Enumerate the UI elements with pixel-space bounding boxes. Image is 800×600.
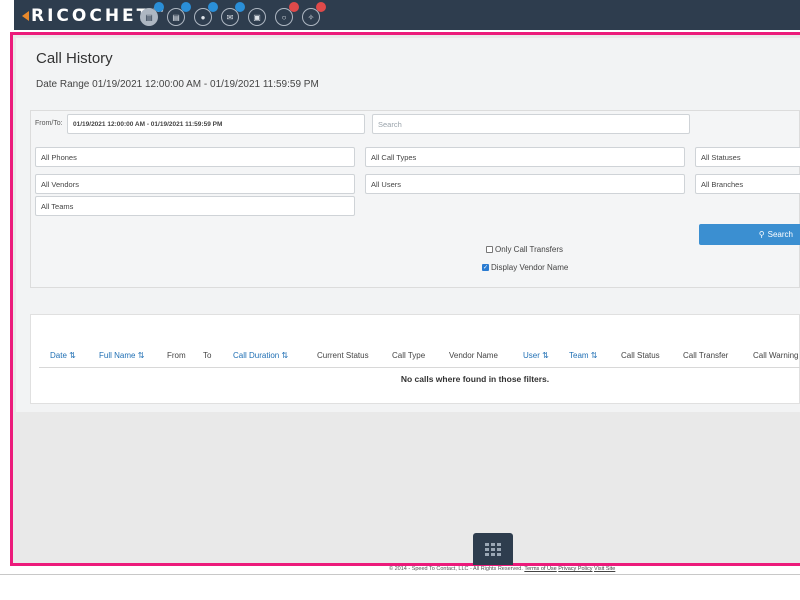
only-transfers-label: Only Call Transfers — [495, 245, 564, 254]
navbar: RICOCHET 360 ▤ ▤ ● ✉ ▣ ○ ✧ — [14, 0, 800, 30]
results-table: Date ⇅ Full Name ⇅ From To Call Duration… — [30, 314, 800, 404]
filters-panel: From/To: 01/19/2021 12:00:00 AM - 01/19/… — [30, 110, 800, 288]
date-range-text: Date Range 01/19/2021 12:00:00 AM - 01/1… — [36, 79, 319, 90]
grid-icon — [485, 542, 501, 556]
column-header-call-warning: Call Warning — [753, 351, 799, 360]
mail-icon-glyph: ✉ — [226, 12, 234, 22]
leads-icon[interactable]: ▤ — [167, 2, 191, 26]
tag-icon-glyph: ● — [200, 12, 206, 22]
sort-icon: ⇅ — [137, 351, 145, 360]
column-header-current-status: Current Status — [317, 351, 369, 360]
date-range-input[interactable]: 01/19/2021 12:00:00 AM - 01/19/2021 11:5… — [67, 114, 365, 134]
only-transfers-option[interactable]: Only Call Transfers — [486, 245, 563, 254]
notification-badge — [154, 2, 164, 12]
logo-text: RICOCHET — [31, 6, 152, 26]
copyright-text: © 2014 - Speed To Contact, LLC - All Rig… — [389, 566, 523, 572]
calls-icon[interactable]: ▤ — [140, 2, 164, 26]
mail-icon[interactable]: ✉ — [221, 2, 245, 26]
notification-badge — [181, 2, 191, 12]
rocket-icon-glyph: ✧ — [307, 12, 315, 22]
call-types-select[interactable]: All Call Types — [365, 147, 685, 167]
statuses-select[interactable]: All Statuses — [695, 147, 800, 167]
column-label: Call Duration — [233, 351, 280, 360]
column-header-call-transfer: Call Transfer — [683, 351, 729, 360]
footer: © 2014 - Speed To Contact, LLC - All Rig… — [389, 566, 615, 572]
column-header-vendor-name: Vendor Name — [449, 351, 498, 360]
notification-badge — [316, 2, 326, 12]
column-label: Full Name — [99, 351, 136, 360]
users-select[interactable]: All Users — [365, 174, 685, 194]
column-header-call-type: Call Type — [392, 351, 426, 360]
top-bar: RICOCHET 360 ▤ ▤ ● ✉ ▣ ○ ✧ — [0, 0, 800, 32]
column-header-call-status: Call Status — [621, 351, 660, 360]
column-label: Team — [569, 351, 589, 360]
logo-mark-icon — [22, 11, 29, 21]
chat-icon-glyph: ○ — [281, 12, 287, 22]
notification-badge — [208, 2, 218, 12]
rocket-icon[interactable]: ✧ — [302, 2, 326, 26]
leads-icon-glyph: ▤ — [172, 12, 180, 22]
column-header-team[interactable]: Team ⇅ — [569, 351, 598, 360]
empty-state-message: No calls where found in those filters. — [31, 374, 800, 384]
search-icon: ⚲ — [758, 230, 765, 239]
column-label: Date — [50, 351, 67, 360]
column-header-to: To — [203, 351, 212, 360]
vendors-select[interactable]: All Vendors — [35, 174, 355, 194]
from-to-label: From/To: — [35, 120, 63, 127]
briefcase-icon-glyph: ▣ — [253, 12, 261, 22]
privacy-link[interactable]: Privacy Policy — [558, 566, 592, 572]
briefcase-icon[interactable]: ▣ — [248, 8, 266, 26]
column-header-user[interactable]: User ⇅ — [523, 351, 549, 360]
empty-state-text: No calls where found in those filters. — [400, 374, 550, 384]
column-header-call-duration[interactable]: Call Duration ⇅ — [233, 351, 288, 360]
display-vendor-checkbox[interactable]: ✓ — [482, 264, 489, 271]
search-button[interactable]: ⚲ Search — [699, 224, 800, 245]
notification-badge — [289, 2, 299, 12]
highlight-frame: Call History Date Range 01/19/2021 12:00… — [10, 32, 800, 566]
bottom-divider — [0, 574, 800, 575]
page-title: Call History — [36, 50, 113, 67]
sort-icon: ⇅ — [590, 351, 598, 360]
apps-menu-button[interactable] — [473, 533, 513, 565]
column-label: User — [523, 351, 540, 360]
phones-select[interactable]: All Phones — [35, 147, 355, 167]
only-transfers-checkbox[interactable] — [486, 246, 493, 253]
search-input[interactable]: Search — [372, 114, 690, 134]
search-button-label: Search — [767, 230, 793, 239]
sort-icon: ⇅ — [69, 351, 76, 360]
branches-select[interactable]: All Branches — [695, 174, 800, 194]
nav-icon-group: ▤ ▤ ● ✉ ▣ ○ ✧ — [140, 2, 329, 26]
chat-icon[interactable]: ○ — [275, 2, 299, 26]
column-header-from: From — [167, 351, 186, 360]
call-history-panel: Call History Date Range 01/19/2021 12:00… — [16, 38, 800, 412]
display-vendor-option[interactable]: ✓ Display Vendor Name — [482, 263, 568, 272]
terms-link[interactable]: Terms of Use — [524, 566, 556, 572]
display-vendor-label: Display Vendor Name — [491, 263, 569, 272]
calls-icon-glyph: ▤ — [145, 12, 153, 22]
visit-site-link[interactable]: Visit Site — [594, 566, 615, 572]
notification-badge — [235, 2, 245, 12]
sort-icon: ⇅ — [281, 351, 289, 360]
column-header-date[interactable]: Date ⇅ — [50, 351, 76, 360]
tag-icon[interactable]: ● — [194, 2, 218, 26]
teams-select[interactable]: All Teams — [35, 196, 355, 216]
sort-icon: ⇅ — [542, 351, 549, 360]
column-header-full-name[interactable]: Full Name ⇅ — [99, 351, 144, 360]
header-divider — [39, 367, 800, 368]
